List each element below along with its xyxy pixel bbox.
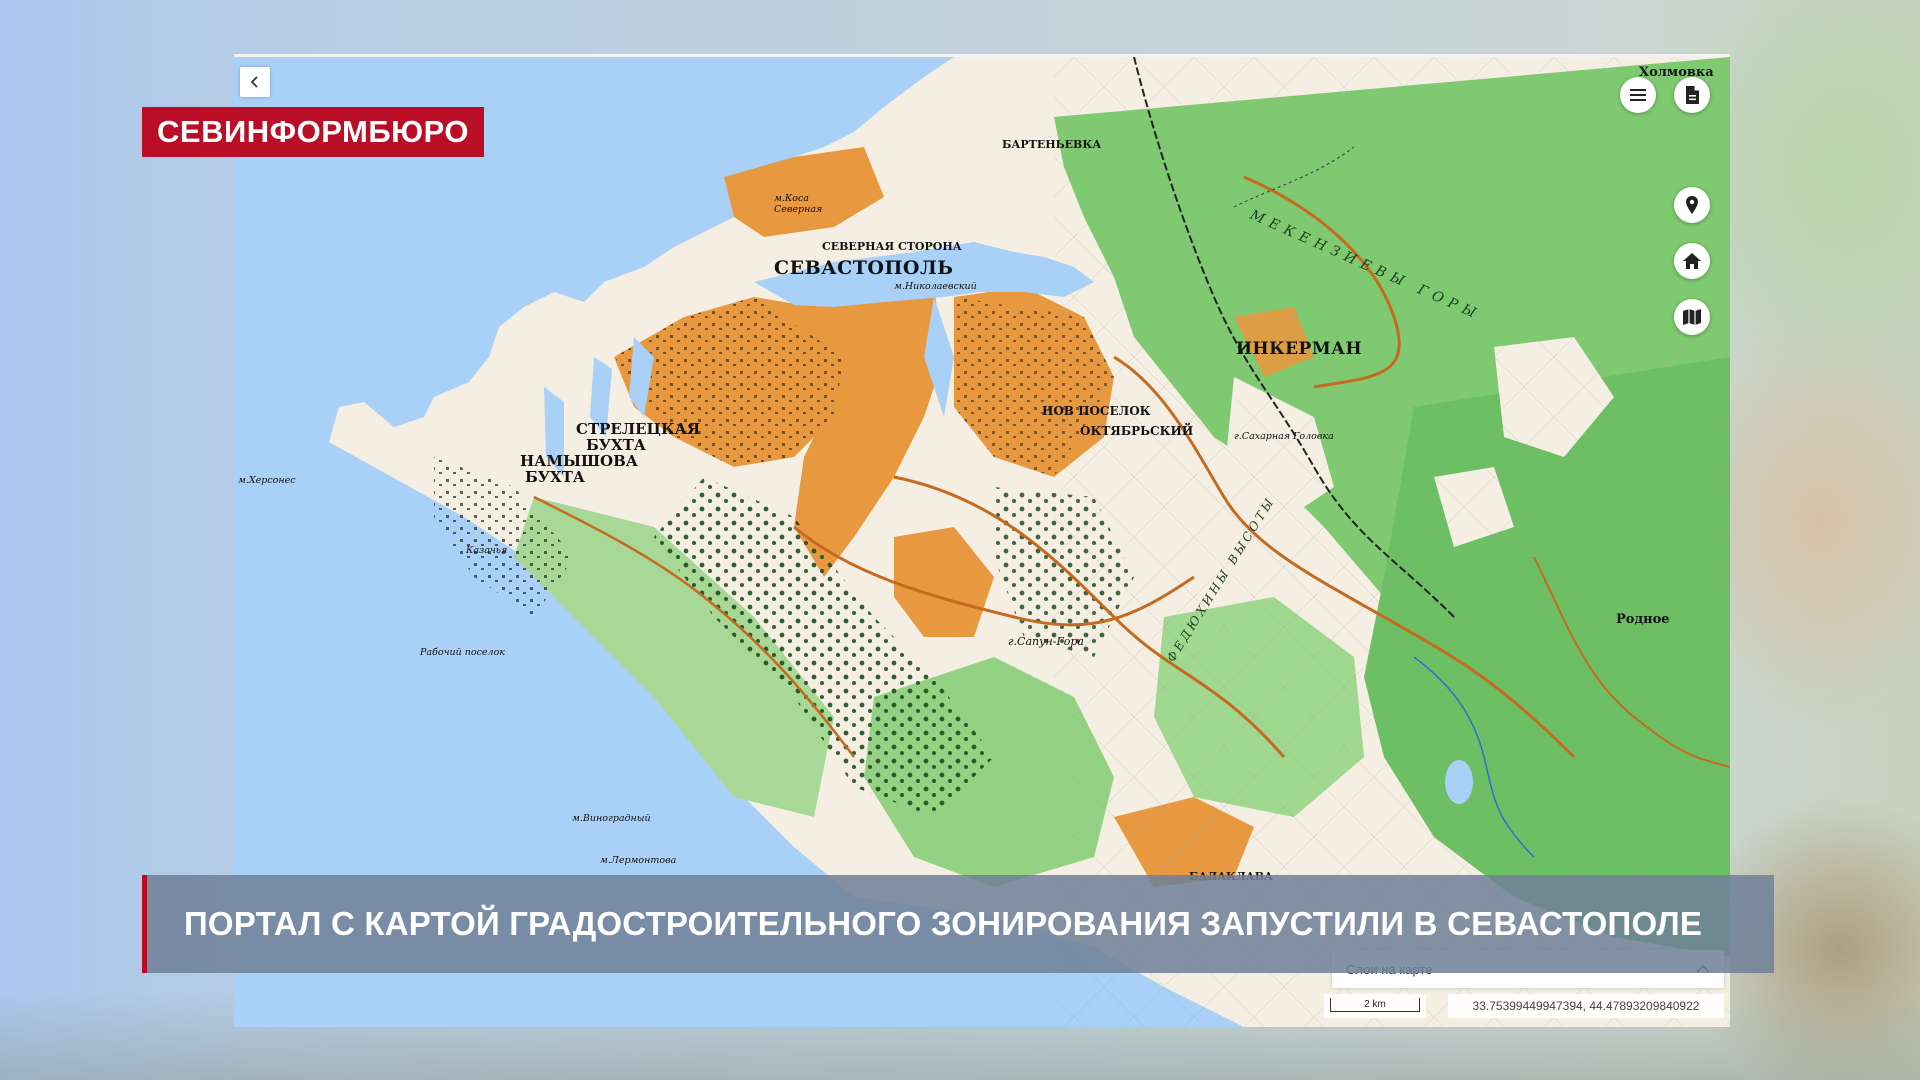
map-icon (1683, 309, 1701, 325)
map-label-vinogradny: м.Виноградный (572, 813, 651, 824)
home-icon (1683, 253, 1701, 269)
map-label-novy-posyolok: НОВ ПОСЕЛОК (1042, 404, 1151, 418)
channel-logo: СЕВИНФОРМБЮРО (142, 107, 484, 157)
menu-button[interactable] (1620, 77, 1656, 113)
map-pin-icon (1686, 196, 1698, 214)
menu-icon (1630, 89, 1646, 101)
scale-indicator: 2 km (1324, 994, 1426, 1018)
map-label-kazachya: Казачья (466, 545, 508, 556)
document-icon (1686, 86, 1699, 104)
map-label-sevastopol: СЕВАСТОПОЛЬ (774, 257, 954, 279)
headline-text: ПОРТАЛ С КАРТОЙ ГРАДОСТРОИТЕЛЬНОГО ЗОНИР… (184, 905, 1703, 942)
map-label-kholmovka: Холмовка (1639, 65, 1714, 80)
map-label-lermontova: м.Лермонтова (600, 855, 677, 866)
map-label-nikolaevsky: м.Николаевский (894, 281, 977, 292)
home-button[interactable] (1674, 243, 1710, 279)
chevron-left-icon (250, 76, 258, 88)
map-label-oktyabrsky: ОКТЯБРЬСКИЙ (1080, 424, 1194, 438)
map-label-kosa-severnaya: м.Коса Северная (774, 193, 823, 215)
map-label-namyshova: НАМЫШОВА БУХТА (520, 452, 639, 486)
coordinates-readout: 33.75399449947394, 44.47893209840922 (1448, 994, 1724, 1018)
map-label-inkerman: ИНКЕРМАН (1236, 339, 1363, 359)
map-label-streletskaya: СТРЕЛЕЦКАЯ БУХТА (576, 420, 701, 454)
map-label-rabochy: Рабочий поселок (420, 647, 505, 658)
location-button[interactable] (1674, 187, 1710, 223)
map-label-khersones: м.Херсонес (238, 475, 296, 486)
map-label-sakharnaya: г.Сахарная Головка (1234, 431, 1334, 442)
map-label-severnaya: СЕВЕРНАЯ СТОРОНА (822, 240, 962, 253)
document-button[interactable] (1674, 77, 1710, 113)
map-label-sapun-gora: г.Сапун-Гора (1008, 635, 1084, 648)
headline-ticker: ПОРТАЛ С КАРТОЙ ГРАДОСТРОИТЕЛЬНОГО ЗОНИР… (142, 875, 1774, 973)
map-layers-button[interactable] (1674, 299, 1710, 335)
scale-label: 2 km (1364, 999, 1386, 1010)
back-button[interactable] (240, 67, 270, 97)
map-label-bartenevka: БАРТЕНЬЕВКА (1002, 138, 1102, 151)
map-label-rodnoe: Родное (1616, 612, 1670, 627)
